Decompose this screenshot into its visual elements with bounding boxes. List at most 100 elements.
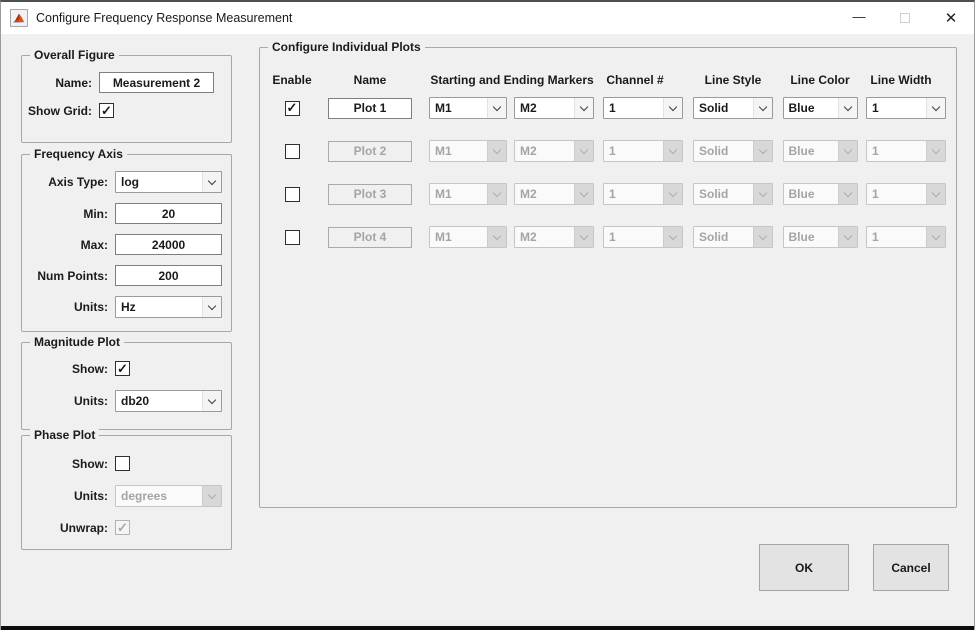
enable-checkbox[interactable] [285,144,300,159]
plot-name-field[interactable]: Plot 1 [328,98,412,119]
marker-start-dropdown[interactable]: M1 [429,97,507,119]
marker-end-value: M2 [515,184,574,204]
line-style-value: Solid [694,184,753,204]
enable-checkbox[interactable] [285,187,300,202]
chevron-down-icon [487,227,506,247]
chevron-down-icon [926,98,945,118]
chevron-down-icon [202,486,221,506]
plots-header-row: Enable Name Starting and Ending Markers … [270,72,956,88]
freq-units-label: Units: [22,300,108,314]
marker-start-value: M1 [430,184,487,204]
enable-checkbox[interactable] [285,230,300,245]
close-button[interactable]: ✕ [928,2,974,34]
mag-units-dropdown[interactable]: db20 [115,390,222,412]
channel-dropdown: 1 [603,140,683,162]
marker-start-value: M1 [430,98,487,118]
line-style-dropdown[interactable]: Solid [693,97,773,119]
line-style-dropdown: Solid [693,140,773,162]
mag-units-label: Units: [22,394,108,408]
channel-value: 1 [604,227,663,247]
chevron-down-icon [838,227,857,247]
chevron-down-icon [838,184,857,204]
mag-units-value: db20 [116,391,202,411]
chevron-down-icon [663,184,682,204]
line-color-dropdown: Blue [783,140,858,162]
enable-checkbox[interactable] [285,101,300,116]
line-color-value: Blue [784,98,838,118]
phase-show-label: Show: [22,457,108,471]
channel-value: 1 [604,98,663,118]
phase-show-checkbox[interactable] [115,456,130,471]
unwrap-checkbox [115,520,130,535]
chevron-down-icon [574,184,593,204]
matlab-icon [10,9,28,27]
window-bottom-edge [1,626,974,630]
maximize-button [882,2,928,34]
channel-dropdown: 1 [603,183,683,205]
line-width-dropdown: 1 [866,183,946,205]
channel-value: 1 [604,184,663,204]
marker-start-value: M1 [430,227,487,247]
line-color-dropdown[interactable]: Blue [783,97,858,119]
freq-units-dropdown[interactable]: Hz [115,296,222,318]
marker-end-dropdown[interactable]: M2 [514,97,594,119]
line-style-value: Solid [694,98,753,118]
line-style-dropdown: Solid [693,226,773,248]
titlebar: Configure Frequency Response Measurement… [1,2,974,34]
freq-units-value: Hz [116,297,202,317]
line-style-dropdown: Solid [693,183,773,205]
plot-name-field: Plot 4 [328,227,412,248]
figure-name-field[interactable]: Measurement 2 [99,72,214,93]
marker-end-dropdown: M2 [514,226,594,248]
line-color-dropdown: Blue [783,183,858,205]
marker-end-value: M2 [515,98,574,118]
group-title: Overall Figure [30,48,119,62]
chevron-down-icon [753,184,772,204]
marker-end-value: M2 [515,227,574,247]
minimize-button[interactable]: — [836,2,882,34]
marker-end-dropdown: M2 [514,183,594,205]
chevron-down-icon [202,297,221,317]
marker-start-dropdown: M1 [429,226,507,248]
plot-row-1: Plot 1 M1 M2 1 Solid Blue 1 [270,97,956,119]
axis-type-dropdown[interactable]: log [115,171,222,193]
window-controls: — ✕ [836,2,974,34]
plot-row-4: Plot 4 M1 M2 1 Solid Blue 1 [270,226,956,248]
line-width-header: Line Width [862,73,950,87]
mag-show-label: Show: [22,362,108,376]
window-title: Configure Frequency Response Measurement [36,11,292,25]
chevron-down-icon [202,172,221,192]
plot-row-2: Plot 2 M1 M2 1 Solid Blue 1 [270,140,956,162]
minimize-icon: — [853,9,866,24]
min-field[interactable]: 20 [115,203,222,224]
num-points-field[interactable]: 200 [115,265,222,286]
cancel-button[interactable]: Cancel [873,544,949,591]
min-label: Min: [22,207,108,221]
line-width-dropdown: 1 [866,226,946,248]
chevron-down-icon [753,141,772,161]
marker-start-dropdown: M1 [429,140,507,162]
group-title: Phase Plot [30,428,99,442]
phase-units-dropdown: degrees [115,485,222,507]
chevron-down-icon [926,227,945,247]
name-label: Name: [22,76,92,90]
channel-dropdown[interactable]: 1 [603,97,683,119]
max-field[interactable]: 24000 [115,234,222,255]
line-width-value: 1 [867,227,926,247]
mag-show-checkbox[interactable] [115,361,130,376]
show-grid-checkbox[interactable] [99,103,114,118]
num-points-label: Num Points: [22,269,108,283]
magnitude-plot-group: Magnitude Plot Show: Units: db20 [21,342,232,430]
ok-button[interactable]: OK [759,544,849,591]
line-color-dropdown: Blue [783,226,858,248]
unwrap-label: Unwrap: [22,521,108,535]
chevron-down-icon [663,98,682,118]
frequency-axis-group: Frequency Axis Axis Type: log Min: 20 Ma… [21,154,232,332]
line-width-dropdown: 1 [866,140,946,162]
marker-start-dropdown: M1 [429,183,507,205]
phase-units-label: Units: [22,489,108,503]
axis-type-value: log [116,172,202,192]
chevron-down-icon [202,391,221,411]
line-style-value: Solid [694,227,753,247]
line-width-dropdown[interactable]: 1 [866,97,946,119]
